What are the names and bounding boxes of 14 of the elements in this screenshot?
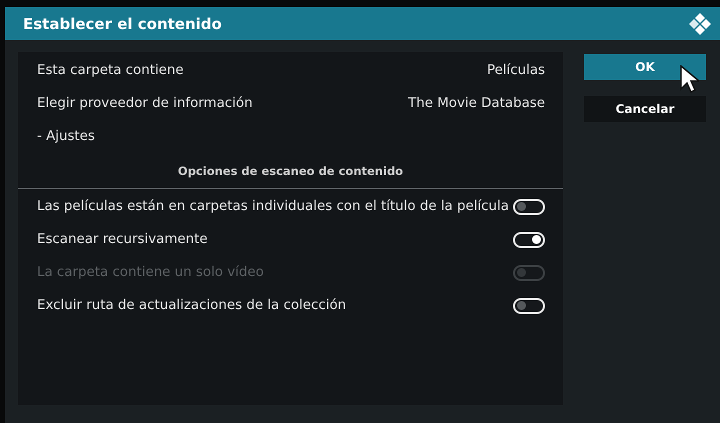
window-title: Establecer el contenido [23, 14, 222, 32]
setting-label[interactable]: Las películas están en carpetas individuales con el título de la película [37, 199, 509, 214]
settings-link[interactable]: - Ajustes [37, 129, 95, 144]
setting-label[interactable]: Excluir ruta de actualizaciones de la colección [37, 298, 346, 313]
ok-button[interactable]: OK [584, 54, 706, 80]
setting-label[interactable]: Esta carpeta contiene [37, 63, 184, 78]
cancel-button[interactable]: Cancelar [584, 96, 706, 122]
setting-label[interactable]: Escanear recursivamente [37, 232, 208, 247]
cursor-icon [680, 65, 699, 93]
setting-value: Películas [486, 63, 545, 78]
setting-label[interactable]: Elegir proveedor de información [37, 96, 253, 111]
logo-icon [688, 12, 712, 36]
setting-value: The Movie Database [408, 96, 545, 111]
section-title: Opciones de escaneo de contenido [178, 164, 404, 178]
